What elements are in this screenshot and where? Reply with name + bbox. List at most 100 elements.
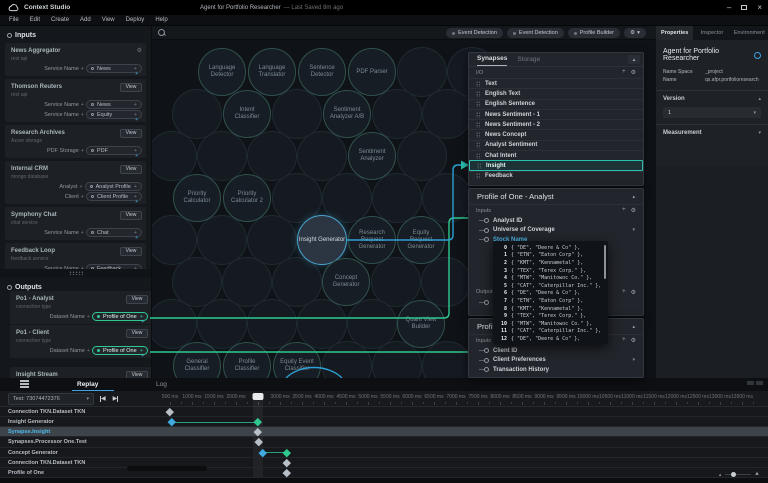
timeline-row-profile-of-one[interactable]: Profile of One (0, 468, 768, 478)
synapse-item-feedback[interactable]: Feedback (469, 171, 643, 181)
menu-icon[interactable] (20, 380, 29, 388)
menu-view[interactable]: View (102, 17, 115, 23)
canvas-node-language-detector[interactable]: Language Detector (198, 48, 246, 96)
panel-item-transaction-history[interactable]: Transaction History (469, 365, 643, 375)
panel-item-universe-of-coverage[interactable]: Universe of Coverage▾ (469, 226, 643, 236)
connector-pill-chat[interactable]: Chat+ (86, 228, 142, 237)
io-card-thomson-reuters[interactable]: Thomson ReutersViewrest apiService Name+… (5, 79, 146, 122)
add-icon[interactable]: + (81, 66, 84, 72)
version-section-header[interactable]: Version ▴ (656, 91, 768, 105)
menu-file[interactable]: File (9, 17, 19, 23)
view-button[interactable]: View (120, 165, 142, 174)
add-icon[interactable]: + (141, 353, 144, 359)
canvas-node-priority-calculator[interactable]: Priority Calculator (173, 174, 221, 222)
timeline-row-insight-generator[interactable]: Insight Generator (0, 417, 768, 427)
test-run-dropdown[interactable]: Test: 73074472376 ▾ (8, 393, 94, 405)
toolbar-pill-profile-builder[interactable]: Profile Builder (568, 28, 620, 38)
add-icon[interactable]: + (134, 184, 137, 190)
timeline-marker-green[interactable] (254, 418, 262, 426)
panel-item-analyst-id[interactable]: Analyst ID (469, 216, 643, 226)
maximize-button[interactable] (741, 5, 747, 10)
timeline-row-concept-generator[interactable]: Concept Generator (0, 448, 768, 458)
view-button[interactable]: View (126, 329, 148, 338)
timeline-marker-gray[interactable] (254, 428, 262, 436)
panel-control-icon[interactable] (747, 381, 754, 385)
timeline-row-connection-tkn-dataset-tkn[interactable]: Connection TKN.Dataset TKN (0, 458, 768, 468)
connector-pill-profile-of-one[interactable]: Profile of One+ (92, 346, 148, 355)
measurement-section-header[interactable]: Measurement ▾ (656, 125, 768, 139)
synapse-item-english-sentence[interactable]: English Sentence (469, 99, 643, 109)
synapse-item-text[interactable]: Text (469, 78, 643, 88)
add-icon[interactable]: + (134, 102, 137, 108)
view-button[interactable]: View (120, 129, 142, 138)
synapse-item-news-sentiment-2[interactable]: News Sentiment - 2 (469, 119, 643, 129)
tooltip-scrollbar[interactable] (604, 245, 606, 279)
add-icon[interactable]: + (135, 235, 138, 241)
canvas-node-pdf-parser[interactable]: PDF Parser (348, 48, 396, 96)
skip-forward-button[interactable]: ▶ (113, 395, 119, 402)
connector-pill-profile-of-one[interactable]: Profile of One+ (92, 312, 148, 321)
add-icon[interactable]: + (81, 112, 84, 118)
zoom-in-icon[interactable]: ▲ (754, 471, 760, 477)
synapse-item-analyst-sentiment[interactable]: Analyst Sentiment (469, 140, 643, 150)
add-icon[interactable]: + (135, 117, 138, 123)
gear-icon[interactable]: ⚙ (631, 289, 636, 296)
canvas-node-priority-calculator-2[interactable]: Priority Calculator 2 (223, 174, 271, 222)
collapse-button[interactable]: ▴ (628, 55, 640, 64)
timeline-marker-gray[interactable] (283, 459, 291, 467)
connector-pill-news[interactable]: News+ (86, 100, 142, 109)
canvas-node-sentiment-analyzer[interactable]: Sentiment Analyzer (348, 132, 396, 180)
timeline-marker-gray[interactable] (166, 408, 174, 416)
synapse-item-chat-intent[interactable]: Chat Intent (469, 150, 643, 160)
add-icon[interactable]: + (87, 348, 90, 354)
close-button[interactable]: × (757, 4, 762, 12)
menu-edit[interactable]: Edit (30, 17, 40, 23)
gear-icon[interactable]: ⚙ (631, 69, 636, 76)
io-card-po1-client[interactable]: Po1 - ClientViewconnection typeDataset N… (10, 325, 152, 358)
minimize-button[interactable]: – (727, 4, 731, 12)
view-button[interactable]: View (120, 247, 142, 256)
canvas-node[interactable] (152, 131, 197, 181)
add-icon[interactable]: + (622, 207, 626, 214)
canvas-node-intent-classifier[interactable]: Intent Classifier (223, 90, 271, 138)
add-icon[interactable]: + (81, 102, 84, 108)
gear-icon[interactable]: ⚙ (137, 48, 142, 54)
synapse-item-insight[interactable]: Insight (469, 160, 643, 170)
panel-control-icon[interactable] (756, 381, 763, 385)
canvas-node-sentiment-analyzer-a-b[interactable]: Sentiment Analyzer A/B (323, 90, 371, 138)
canvas-node-equity-request-generator[interactable]: Equity Request Generator (397, 216, 445, 264)
canvas-node[interactable] (372, 173, 422, 223)
canvas-node[interactable] (421, 257, 471, 307)
version-select[interactable]: 1 ▾ (663, 107, 761, 118)
canvas-node-research-request-generator[interactable]: Research Request Generator (348, 216, 396, 264)
canvas-node[interactable] (422, 341, 472, 378)
io-card-symphony-chat[interactable]: Symphony ChatViewchat serviceService Nam… (5, 207, 146, 240)
add-icon[interactable]: + (135, 199, 138, 205)
search-icon[interactable] (158, 29, 166, 37)
connector-pill-client-profile[interactable]: Client Profile+ (86, 192, 142, 201)
add-icon[interactable]: + (81, 230, 84, 236)
tab-inspector[interactable]: Inspector (693, 26, 730, 40)
panel-splitter[interactable] (0, 269, 152, 277)
io-card-insight-stream[interactable]: Insight StreamView (10, 367, 152, 378)
add-icon[interactable]: + (79, 184, 82, 190)
tab-environment[interactable]: Environment (731, 26, 768, 40)
connector-pill-equity[interactable]: Equity+ (86, 110, 142, 119)
add-icon[interactable]: + (81, 194, 84, 200)
add-icon[interactable]: + (622, 337, 626, 344)
info-icon[interactable] (754, 52, 761, 59)
add-icon[interactable]: + (622, 289, 626, 296)
timeline-marker-blue[interactable] (168, 418, 176, 426)
canvas-node[interactable] (247, 299, 297, 349)
timeline-row-synapses-processor-one-test[interactable]: Synapses.Processor One.Test (0, 437, 768, 447)
zoom-handle[interactable] (731, 472, 736, 477)
canvas-node[interactable] (197, 131, 247, 181)
tab-synapses[interactable]: Synapses (477, 55, 507, 66)
toolbar-pill-event-detection[interactable]: Event Detection (507, 28, 564, 38)
timeline-marker-gray[interactable] (283, 469, 291, 477)
connector-pill-analyst-profile[interactable]: Analyst Profile+ (85, 182, 142, 191)
gear-icon[interactable]: ⚙ (631, 337, 636, 344)
menu-deploy[interactable]: Deploy (126, 17, 145, 23)
connector-pill-pdf[interactable]: PDF+ (86, 146, 142, 155)
view-button[interactable]: View (120, 83, 142, 92)
